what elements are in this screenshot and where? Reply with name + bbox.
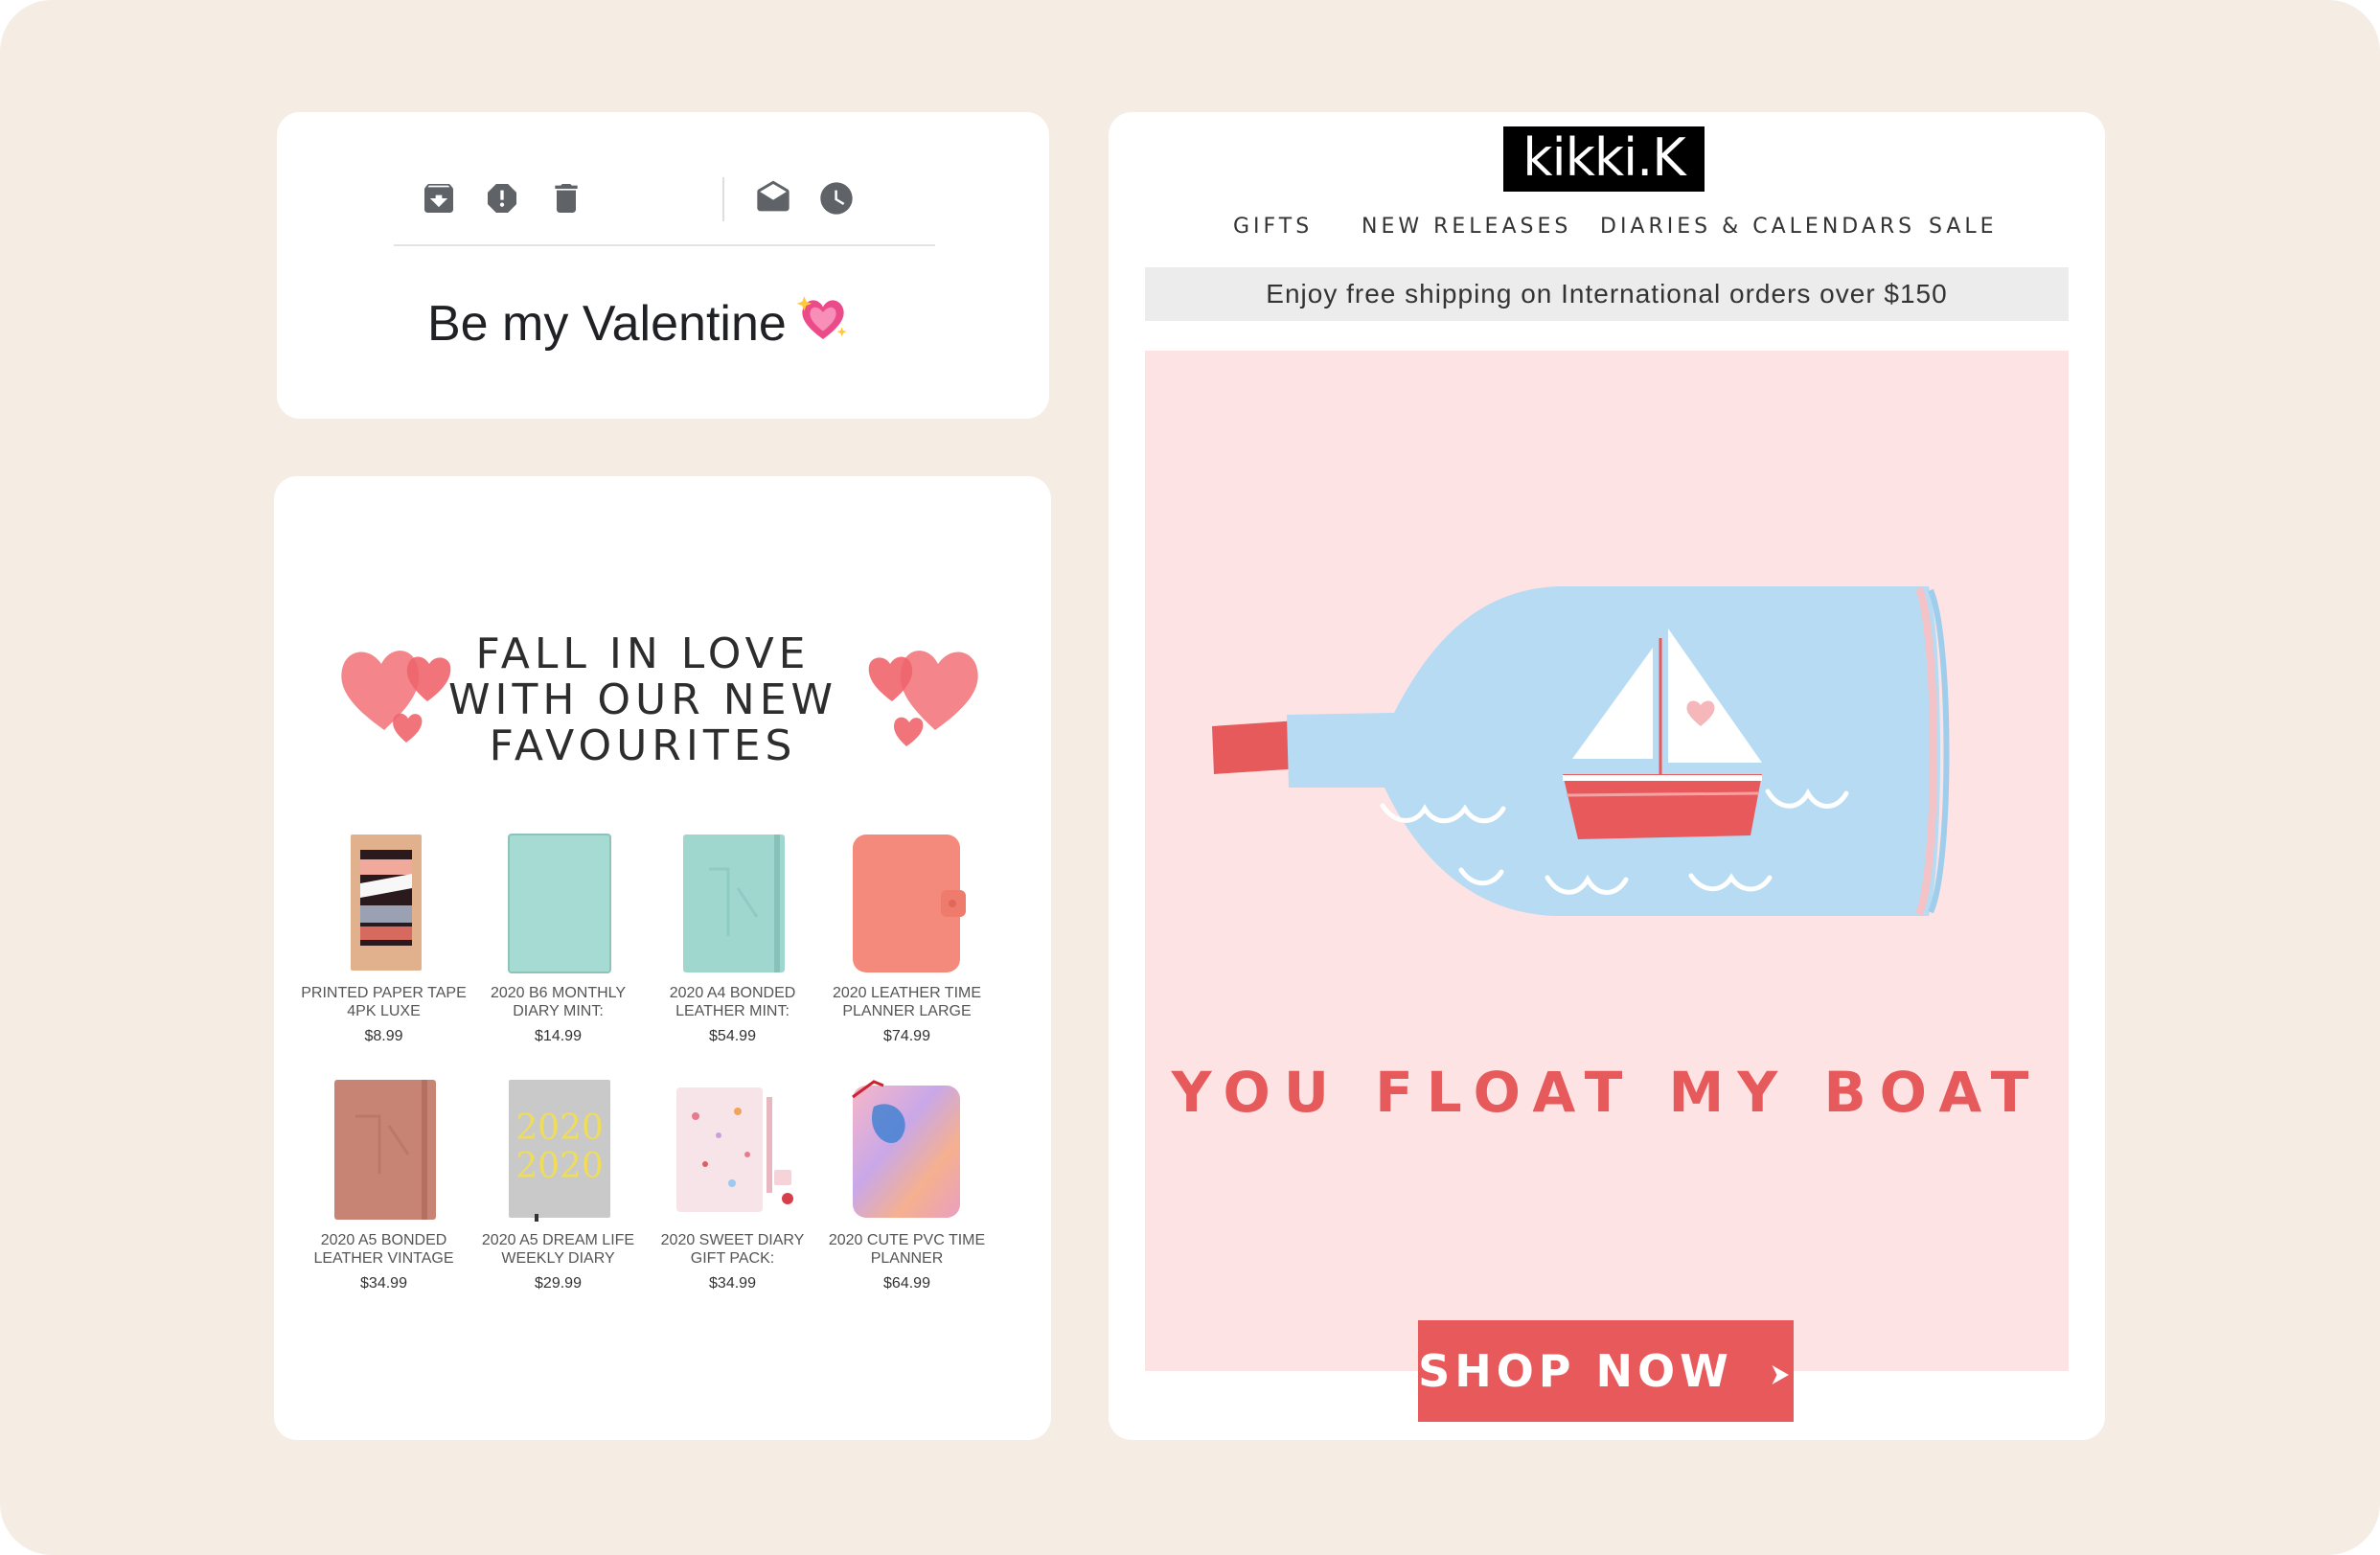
- product-tile[interactable]: PRINTED PAPER TAPE 4PK LUXE $8.99: [300, 831, 468, 1045]
- shop-now-label: SHOP NOW: [1418, 1345, 1733, 1397]
- product-thumbnail: [507, 834, 611, 973]
- newsletter-card: kikki.K GIFTS NEW RELEASES DIARIES & CAL…: [1109, 112, 2105, 1440]
- email-subject-text: Be my Valentine: [427, 296, 787, 352]
- product-name: 2020 SWEET DIARY GIFT PACK:: [660, 1232, 805, 1267]
- product-name: 2020 A5 DREAM LIFE WEEKLY DIARY: [481, 1232, 635, 1267]
- product-name: 2020 A4 BONDED LEATHER MINT:: [669, 985, 796, 1019]
- promo-title-line-1: FALL IN LOVE: [475, 629, 811, 678]
- hero-tagline: YOU FLOAT MY BOAT: [1171, 1060, 2043, 1125]
- product-price: $8.99: [364, 1028, 403, 1044]
- arrow-right-icon: [1772, 1365, 1789, 1384]
- archive-icon[interactable]: [420, 179, 458, 217]
- bottle-boat-illustration: [1212, 586, 1950, 916]
- brand-logo[interactable]: kikki.K: [1503, 126, 1705, 192]
- toolbar-separator: [722, 177, 724, 221]
- product-tile[interactable]: 2020 SWEET DIARY GIFT PACK: $34.99: [649, 1078, 816, 1292]
- nav-item-new-releases[interactable]: NEW RELEASES: [1362, 215, 1571, 239]
- product-thumbnail: [852, 835, 966, 972]
- product-thumbnail: [333, 1080, 436, 1220]
- product-tile[interactable]: 2020 A5 BONDED LEATHER VINTAGE $34.99: [300, 1078, 468, 1292]
- promo-title-line-3: FAVOURITES: [489, 721, 797, 770]
- shop-now-button[interactable]: SHOP NOW: [1418, 1320, 1794, 1422]
- product-price: $14.99: [535, 1028, 582, 1044]
- promo-title: FALL IN LOVE WITH OUR NEW FAVOURITES: [437, 631, 849, 769]
- product-name: 2020 LEATHER TIME PLANNER LARGE: [832, 985, 982, 1019]
- email-header-card: Be my Valentine: [277, 112, 1049, 419]
- hero-banner[interactable]: YOU FLOAT MY BOAT: [1145, 351, 2069, 1371]
- product-thumbnail: [851, 1080, 960, 1218]
- report-spam-icon[interactable]: [483, 179, 521, 217]
- shipping-banner: Enjoy free shipping on International ord…: [1145, 267, 2069, 321]
- diary-cover-year: 2020: [515, 1109, 604, 1148]
- hearts-decoration-right: [868, 651, 978, 746]
- product-image: [671, 1078, 795, 1222]
- email-toolbar: [394, 156, 935, 246]
- product-tile[interactable]: 2020 CUTE PVC TIME PLANNER $64.99: [823, 1078, 991, 1292]
- product-image: [322, 1078, 446, 1222]
- product-price: $64.99: [883, 1275, 930, 1292]
- product-price: $29.99: [535, 1275, 582, 1292]
- delete-icon[interactable]: [547, 179, 585, 217]
- product-name: 2020 CUTE PVC TIME PLANNER: [828, 1232, 986, 1267]
- mark-as-unread-icon[interactable]: [754, 179, 792, 217]
- product-name: 2020 A5 BONDED LEATHER VINTAGE: [313, 1232, 454, 1267]
- product-price: $34.99: [360, 1275, 407, 1292]
- sparkling-heart-icon: [796, 296, 847, 339]
- product-name: 2020 B6 MONTHLY DIARY MINT:: [490, 985, 627, 1019]
- product-image: [845, 831, 970, 974]
- promo-title-line-2: WITH OUR NEW: [447, 675, 838, 724]
- snooze-icon[interactable]: [817, 179, 856, 217]
- product-name: PRINTED PAPER TAPE 4PK LUXE: [301, 985, 467, 1019]
- diary-cover-year-2: 2020: [515, 1147, 604, 1186]
- product-tile[interactable]: 2020 A4 BONDED LEATHER MINT: $54.99: [649, 831, 816, 1045]
- product-price: $54.99: [709, 1028, 756, 1044]
- product-thumbnail: [350, 835, 422, 971]
- email-subject: Be my Valentine: [427, 292, 850, 353]
- product-tile[interactable]: 2020 2020 2020 A5 DREAM LIFE WEEKLY DIAR…: [474, 1078, 642, 1292]
- product-thumbnail: [682, 835, 785, 972]
- boat-hull: [1563, 774, 1762, 839]
- product-price: $74.99: [883, 1028, 930, 1044]
- product-image: 2020 2020: [496, 1078, 621, 1222]
- product-thumbnail: 2020 2020: [508, 1080, 610, 1222]
- product-image: [845, 1078, 970, 1222]
- product-thumbnail: [675, 1087, 793, 1212]
- product-image: [322, 831, 446, 974]
- product-tile[interactable]: 2020 B6 MONTHLY DIARY MINT: $14.99: [474, 831, 642, 1045]
- product-image: [671, 831, 795, 974]
- page-background: Be my Valentine FALL IN LOVE WITH OUR NE…: [0, 0, 2380, 1555]
- nav-item-diaries-calendars[interactable]: DIARIES & CALENDARS: [1600, 215, 1915, 239]
- product-image: [496, 831, 621, 974]
- nav-item-gifts[interactable]: GIFTS: [1233, 215, 1313, 239]
- nav-item-sale[interactable]: SALE: [1929, 215, 1998, 239]
- product-price: $34.99: [709, 1275, 756, 1292]
- promo-products-card: FALL IN LOVE WITH OUR NEW FAVOURITES PRI…: [274, 476, 1051, 1440]
- product-tile[interactable]: 2020 LEATHER TIME PLANNER LARGE $74.99: [823, 831, 991, 1045]
